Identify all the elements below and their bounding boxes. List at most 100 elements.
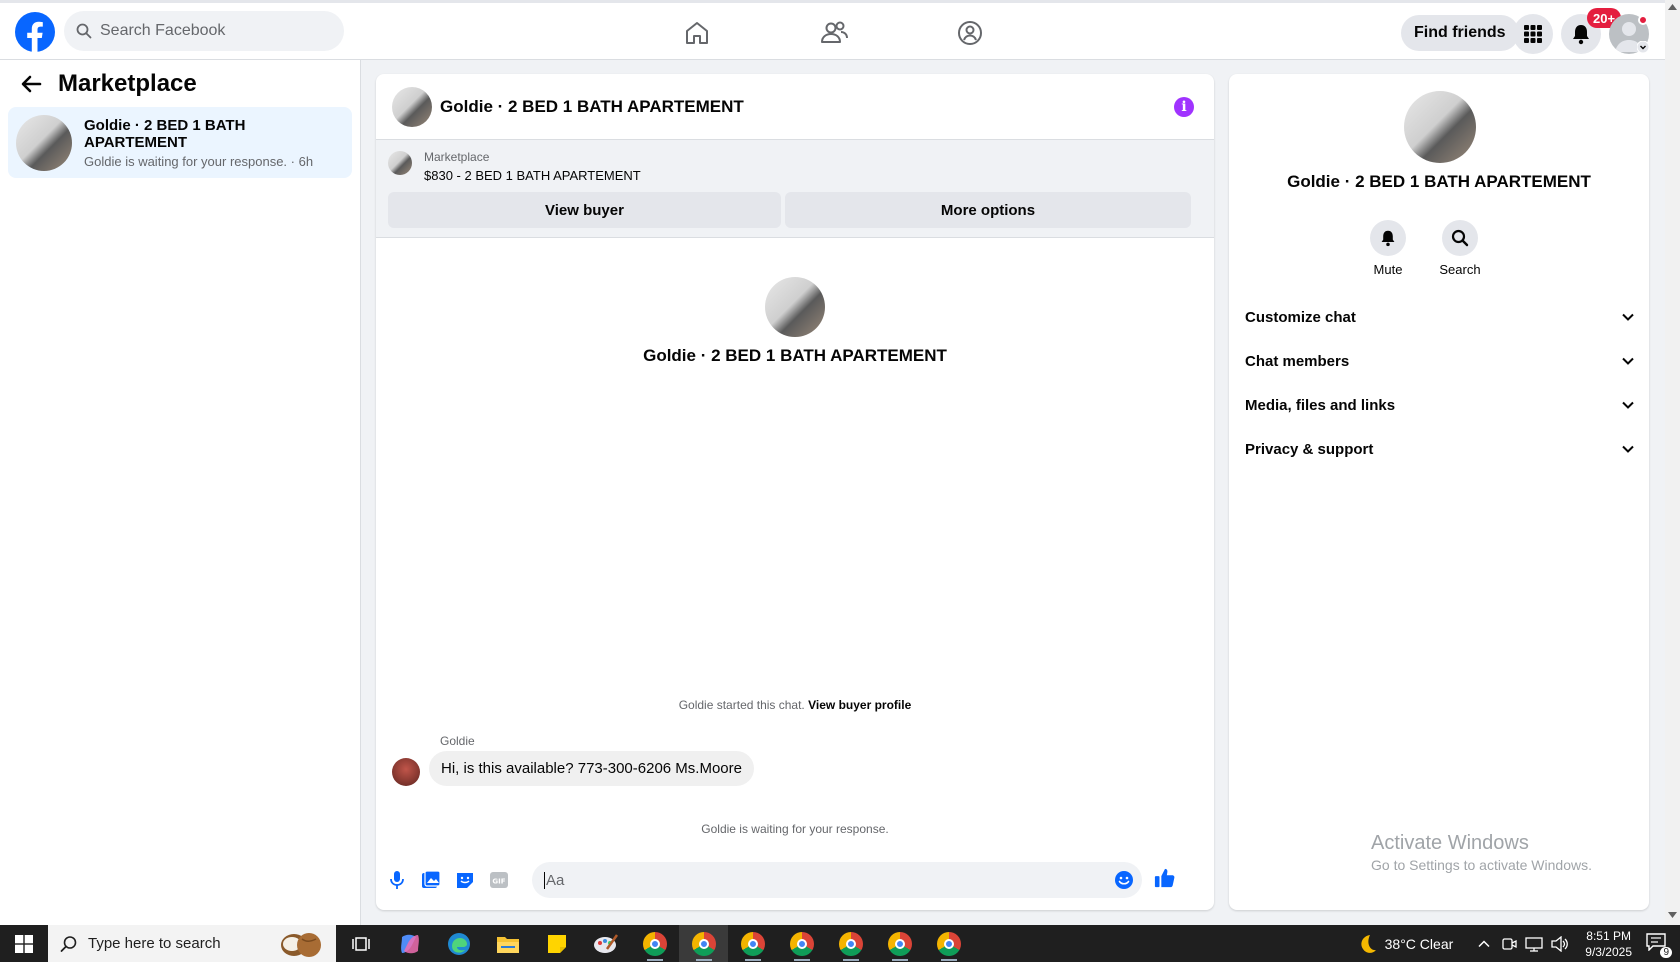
- home-tab[interactable]: [679, 15, 715, 51]
- chevron-down-icon: [1622, 313, 1634, 321]
- like-button[interactable]: [1154, 867, 1176, 889]
- start-button[interactable]: [0, 925, 48, 962]
- friends-icon: [821, 21, 848, 43]
- system-tray: 38°C Clear 8:51 PM 9/3/2025 9: [1355, 925, 1680, 962]
- groups-icon: [958, 21, 982, 45]
- attach-photo-button[interactable]: [420, 869, 442, 891]
- sticker-button[interactable]: [454, 869, 476, 891]
- gif-button[interactable]: GIF: [488, 869, 510, 891]
- chevron-down-icon: [1622, 357, 1634, 365]
- account-alert-dot: [1638, 15, 1648, 25]
- palette-icon: [593, 933, 618, 953]
- chrome-icon: [691, 931, 716, 956]
- gif-icon: GIF: [490, 872, 508, 888]
- view-buyer-profile-link[interactable]: View buyer profile: [808, 698, 911, 712]
- chrome-app-6[interactable]: [875, 925, 924, 962]
- activate-title: Activate Windows: [1371, 832, 1529, 854]
- page-scrollbar[interactable]: [1665, 0, 1680, 925]
- windows-taskbar: 38°C Clear 8:51 PM 9/3/2025 9: [0, 925, 1680, 962]
- svg-text:GIF: GIF: [492, 878, 505, 886]
- volume-icon[interactable]: [1551, 935, 1569, 952]
- chrome-icon: [936, 931, 961, 956]
- customize-chat-section[interactable]: Customize chat: [1245, 299, 1635, 335]
- waiting-notice: Goldie is waiting for your response.: [701, 822, 889, 836]
- scroll-down-icon[interactable]: [1668, 912, 1677, 918]
- search-facebook[interactable]: [64, 11, 344, 51]
- paint-app[interactable]: [581, 925, 630, 962]
- facebook-logo[interactable]: [15, 12, 55, 52]
- search-action[interactable]: Search: [1430, 220, 1490, 277]
- voice-clip-button[interactable]: [386, 869, 408, 891]
- search-icon: [60, 935, 77, 952]
- mute-action[interactable]: Mute: [1358, 220, 1418, 277]
- copilot-app[interactable]: [385, 925, 434, 962]
- top-navigation: Find friends 20+: [0, 0, 1665, 60]
- message-bubble[interactable]: Hi, is this available? 773-300-6206 Ms.M…: [429, 751, 754, 786]
- view-buyer-button[interactable]: View buyer: [388, 192, 781, 228]
- more-options-button[interactable]: More options: [785, 192, 1191, 228]
- notification-center-button[interactable]: 9: [1646, 933, 1672, 958]
- groups-tab[interactable]: [952, 15, 988, 51]
- menu-button[interactable]: [1513, 14, 1553, 54]
- file-explorer-app[interactable]: [483, 925, 532, 962]
- bell-icon: [1573, 25, 1589, 45]
- sender-avatar[interactable]: [392, 758, 420, 786]
- conversation-item[interactable]: Goldie · 2 BED 1 BATH APARTEMENT Goldie …: [8, 107, 352, 178]
- sticker-icon: [457, 873, 473, 888]
- chrome-app-7[interactable]: [924, 925, 973, 962]
- taskbar-search[interactable]: [48, 925, 336, 962]
- chrome-icon: [740, 931, 765, 956]
- clock-date: 9/3/2025: [1585, 944, 1632, 959]
- privacy-support-section[interactable]: Privacy & support: [1245, 431, 1635, 467]
- chat-started-notice: Goldie started this chat. View buyer pro…: [376, 698, 1214, 712]
- chrome-app-3[interactable]: [728, 925, 777, 962]
- chrome-app-2[interactable]: [679, 925, 728, 962]
- hero-name: Goldie · 2 BED 1 BATH APARTEMENT: [643, 346, 947, 365]
- conversation-subtitle: Goldie is waiting for your response. · 6…: [84, 153, 314, 169]
- chat-title[interactable]: Goldie · 2 BED 1 BATH APARTEMENT: [440, 97, 744, 117]
- chrome-icon: [789, 931, 814, 956]
- chat-members-section[interactable]: Chat members: [1245, 343, 1635, 379]
- chat-profile-name: Goldie · 2 BED 1 BATH APARTEMENT: [1287, 172, 1591, 191]
- hero-thumbnail[interactable]: [765, 277, 825, 337]
- grid-menu-icon: [1524, 25, 1542, 43]
- clock[interactable]: 8:51 PM 9/3/2025: [1585, 928, 1632, 960]
- listing-price[interactable]: $830 - 2 BED 1 BATH APARTEMENT: [424, 168, 641, 183]
- media-files-links-section[interactable]: Media, files and links: [1245, 387, 1635, 423]
- friends-tab[interactable]: [816, 15, 852, 51]
- search-label: Search: [1439, 262, 1481, 277]
- message-input[interactable]: [544, 871, 1104, 889]
- folder-icon: [496, 936, 519, 953]
- sticky-notes-app[interactable]: [532, 925, 581, 962]
- meet-now-icon[interactable]: [1501, 936, 1517, 952]
- message-input-box[interactable]: [532, 862, 1142, 898]
- find-friends-button[interactable]: Find friends: [1401, 15, 1519, 51]
- info-icon[interactable]: i: [1174, 97, 1194, 117]
- chat-profile-thumbnail[interactable]: [1404, 91, 1476, 163]
- search-input[interactable]: [100, 22, 320, 40]
- coconut-search-highlight-icon[interactable]: [278, 929, 322, 959]
- sender-name: Goldie: [440, 734, 475, 748]
- chrome-icon: [642, 931, 667, 956]
- photo-icon: [422, 870, 441, 888]
- chat-thumbnail[interactable]: [392, 86, 432, 127]
- chrome-app-5[interactable]: [826, 925, 875, 962]
- microphone-icon: [390, 871, 404, 889]
- message-composer: GIF: [376, 860, 1214, 900]
- weather-widget[interactable]: 38°C Clear: [1355, 933, 1453, 955]
- chevron-up-icon[interactable]: [1477, 937, 1491, 951]
- back-arrow-icon[interactable]: [20, 73, 42, 95]
- scroll-up-icon[interactable]: [1668, 4, 1677, 10]
- thumbs-up-icon: [1154, 868, 1175, 888]
- emoji-icon[interactable]: [1114, 870, 1134, 890]
- copilot-icon: [400, 934, 419, 953]
- edge-app[interactable]: [434, 925, 483, 962]
- chevron-down-icon[interactable]: [1637, 41, 1649, 53]
- moon-icon: [1361, 934, 1376, 953]
- notification-count: 9: [1660, 947, 1672, 958]
- taskbar-search-input[interactable]: [88, 935, 248, 952]
- network-icon[interactable]: [1525, 936, 1543, 952]
- chrome-app-4[interactable]: [777, 925, 826, 962]
- task-view-button[interactable]: [336, 925, 385, 962]
- chrome-app-1[interactable]: [630, 925, 679, 962]
